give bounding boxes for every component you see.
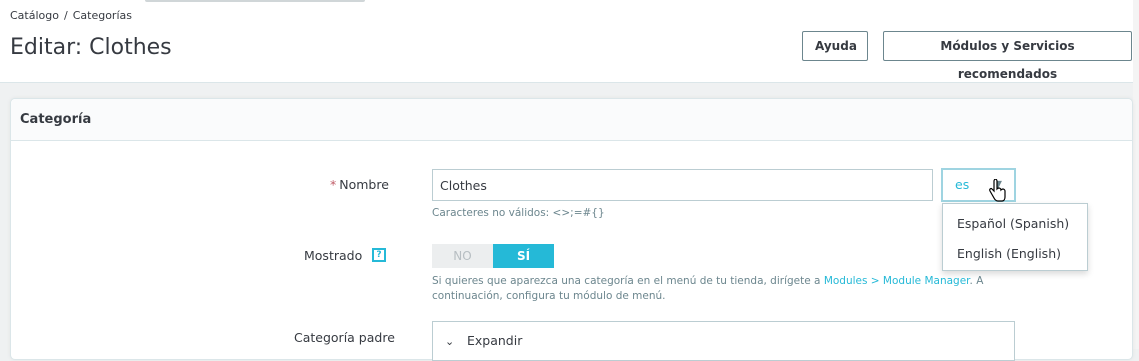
breadcrumb: Catálogo / Categorías xyxy=(10,9,132,22)
breadcrumb-separator: / xyxy=(63,9,68,22)
panel-title: Categoría xyxy=(11,99,1132,141)
recommended-modules-button[interactable]: Módulos y Servicios recomendados xyxy=(883,31,1132,81)
page-header: Catálogo / Categorías Editar: Clothes Ayud… xyxy=(0,0,1133,83)
expand-tree-button[interactable]: ⌄ Expandir xyxy=(445,333,522,348)
page-scrollbar[interactable] xyxy=(1133,0,1139,349)
language-dropdown: Español (Spanish) English (English) xyxy=(942,203,1088,271)
category-tree: ⌄ Expandir xyxy=(432,321,1015,361)
displayed-hint: Si quieres que aparezca una categoría en… xyxy=(432,275,984,302)
language-option-english[interactable]: English (English) xyxy=(957,246,1061,261)
name-input[interactable] xyxy=(432,169,933,201)
language-option-spanish[interactable]: Español (Spanish) xyxy=(957,216,1069,231)
help-icon[interactable]: ? xyxy=(372,248,386,262)
help-button[interactable]: Ayuda xyxy=(802,31,868,61)
module-manager-link[interactable]: Modules > Module Manager xyxy=(824,275,970,287)
breadcrumb-item-catalog[interactable]: Catálogo xyxy=(10,9,59,22)
displayed-label: Mostrado xyxy=(304,248,363,263)
required-mark: * xyxy=(330,177,337,192)
chevron-down-icon: ⌄ xyxy=(445,335,455,348)
top-tab-shadow xyxy=(145,0,365,2)
displayed-toggle[interactable]: NO SÍ xyxy=(432,244,554,268)
page-title: Editar: Clothes xyxy=(10,35,172,60)
parent-category-label: Categoría padre xyxy=(294,330,395,345)
name-hint: Caracteres no válidos: <>;=#{} xyxy=(432,207,605,219)
hand-pointer-icon xyxy=(989,179,1006,202)
name-label: * Nombre xyxy=(330,177,389,192)
toggle-option-no[interactable]: NO xyxy=(432,244,493,268)
toggle-option-yes[interactable]: SÍ xyxy=(493,244,554,268)
language-selected: es xyxy=(955,177,970,192)
breadcrumb-item-categories[interactable]: Categorías xyxy=(73,9,132,22)
